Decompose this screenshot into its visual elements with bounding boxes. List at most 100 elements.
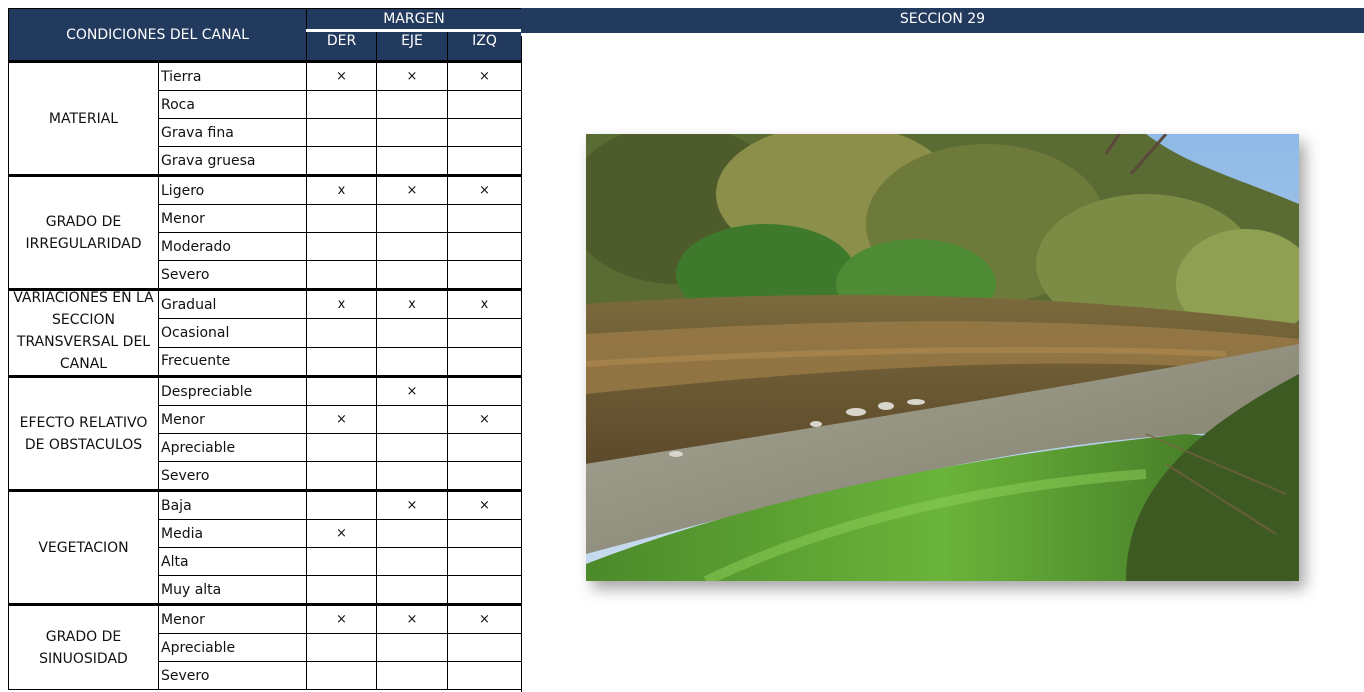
mark-eje <box>376 346 448 378</box>
mark-eje: × <box>376 603 448 634</box>
mark-izq <box>447 90 522 119</box>
table-row: VEGETACION Baja × × <box>8 489 522 605</box>
mark-der <box>306 661 377 690</box>
category-label-text: GRADO DE IRREGULARIDAD <box>25 213 142 252</box>
mark-der: × <box>306 405 377 434</box>
option-label: Moderado <box>158 232 307 261</box>
mark-izq: × <box>447 405 522 434</box>
condiciones-header: CONDICIONES DEL CANAL <box>8 8 307 62</box>
mark-der: x <box>306 174 377 205</box>
mark-der <box>306 489 377 520</box>
category-label-text: GRADO DE SINUOSIDAD <box>39 628 128 667</box>
option-label: Severo <box>158 260 307 290</box>
table-row: GRADO DE SINUOSIDAD Menor × × × <box>8 603 522 690</box>
mark-izq <box>447 318 522 348</box>
margen-header: MARGEN <box>306 8 522 31</box>
mark-izq: x <box>447 287 522 320</box>
mark-der <box>306 318 377 348</box>
mark-der <box>306 375 377 406</box>
mark-der <box>306 575 377 605</box>
mark-izq <box>447 461 522 491</box>
mark-eje <box>376 519 448 548</box>
option-label: Roca <box>158 90 307 119</box>
option-label: Media <box>158 519 307 548</box>
category-label: VEGETACION <box>8 489 159 605</box>
channel-photo <box>586 134 1299 581</box>
channel-conditions-table: CONDICIONES DEL CANAL MARGEN DER EJE IZQ… <box>8 8 522 690</box>
option-label: Frecuente <box>158 346 307 378</box>
mark-der <box>306 146 377 176</box>
mark-eje <box>376 661 448 690</box>
mark-izq: × <box>447 603 522 634</box>
mark-izq <box>447 661 522 690</box>
mark-eje <box>376 575 448 605</box>
category-label: GRADO DE SINUOSIDAD <box>8 603 159 690</box>
mark-eje <box>376 90 448 119</box>
mark-der <box>306 633 377 662</box>
option-label: Gradual <box>158 287 307 320</box>
category-label-text: EFECTO RELATIVO DE OBSTACULOS <box>19 414 148 453</box>
mark-eje: × <box>376 60 448 91</box>
mark-izq <box>447 519 522 548</box>
mark-izq <box>447 375 522 406</box>
mark-eje <box>376 232 448 261</box>
category-label: EFECTO RELATIVO DE OBSTACULOS <box>8 375 159 491</box>
mark-eje: x <box>376 287 448 320</box>
table-row: EFECTO RELATIVO DE OBSTACULOS Despreciabl… <box>8 375 522 491</box>
mark-izq <box>447 346 522 378</box>
mark-der <box>306 346 377 378</box>
column-header-eje: EJE <box>376 29 448 62</box>
option-label: Ocasional <box>158 318 307 348</box>
mark-izq: × <box>447 60 522 91</box>
mark-der <box>306 547 377 576</box>
column-header-der: DER <box>306 29 377 62</box>
category-label: VARIACIONES EN LA SECCION TRANSVERSAL DE… <box>8 288 159 377</box>
table-row: MATERIAL Tierra × × × <box>8 60 522 176</box>
mark-eje <box>376 118 448 147</box>
category-label-text: VEGETACION <box>38 539 129 556</box>
mark-der <box>306 90 377 119</box>
mark-eje: × <box>376 489 448 520</box>
option-label: Muy alta <box>158 575 307 605</box>
category-label-text: MATERIAL <box>48 110 119 127</box>
mark-izq <box>447 232 522 261</box>
option-label: Severo <box>158 661 307 690</box>
mark-izq <box>447 633 522 662</box>
mark-eje: × <box>376 174 448 205</box>
category-label-text: VARIACIONES EN LA SECCION TRANSVERSAL DE… <box>13 290 154 373</box>
mark-der: × <box>306 60 377 91</box>
mark-der: × <box>306 519 377 548</box>
mark-eje <box>376 146 448 176</box>
mark-izq <box>447 575 522 605</box>
option-label: Ligero <box>158 174 307 205</box>
mark-eje <box>376 405 448 434</box>
column-header-izq: IZQ <box>447 29 522 62</box>
mark-izq <box>447 260 522 290</box>
option-label: Alta <box>158 547 307 576</box>
option-label: Menor <box>158 405 307 434</box>
option-label: Baja <box>158 489 307 520</box>
mark-izq <box>447 433 522 462</box>
mark-der: × <box>306 603 377 634</box>
mark-der <box>306 118 377 147</box>
mark-der <box>306 232 377 261</box>
mark-eje <box>376 204 448 233</box>
mark-eje: × <box>376 375 448 406</box>
option-label: Menor <box>158 603 307 634</box>
mark-der <box>306 204 377 233</box>
mark-eje <box>376 633 448 662</box>
option-label: Apreciable <box>158 433 307 462</box>
mark-der <box>306 260 377 290</box>
mark-eje <box>376 433 448 462</box>
mark-der <box>306 433 377 462</box>
option-label: Despreciable <box>158 375 307 406</box>
category-label: GRADO DE IRREGULARIDAD <box>8 174 159 290</box>
mark-izq <box>447 547 522 576</box>
section-title: SECCION 29 <box>521 8 1364 36</box>
option-label: Severo <box>158 461 307 491</box>
option-label: Apreciable <box>158 633 307 662</box>
option-label: Tierra <box>158 60 307 91</box>
mark-izq: × <box>447 489 522 520</box>
mark-der <box>306 461 377 491</box>
table-row: GRADO DE IRREGULARIDAD Ligero x × × <box>8 174 522 290</box>
